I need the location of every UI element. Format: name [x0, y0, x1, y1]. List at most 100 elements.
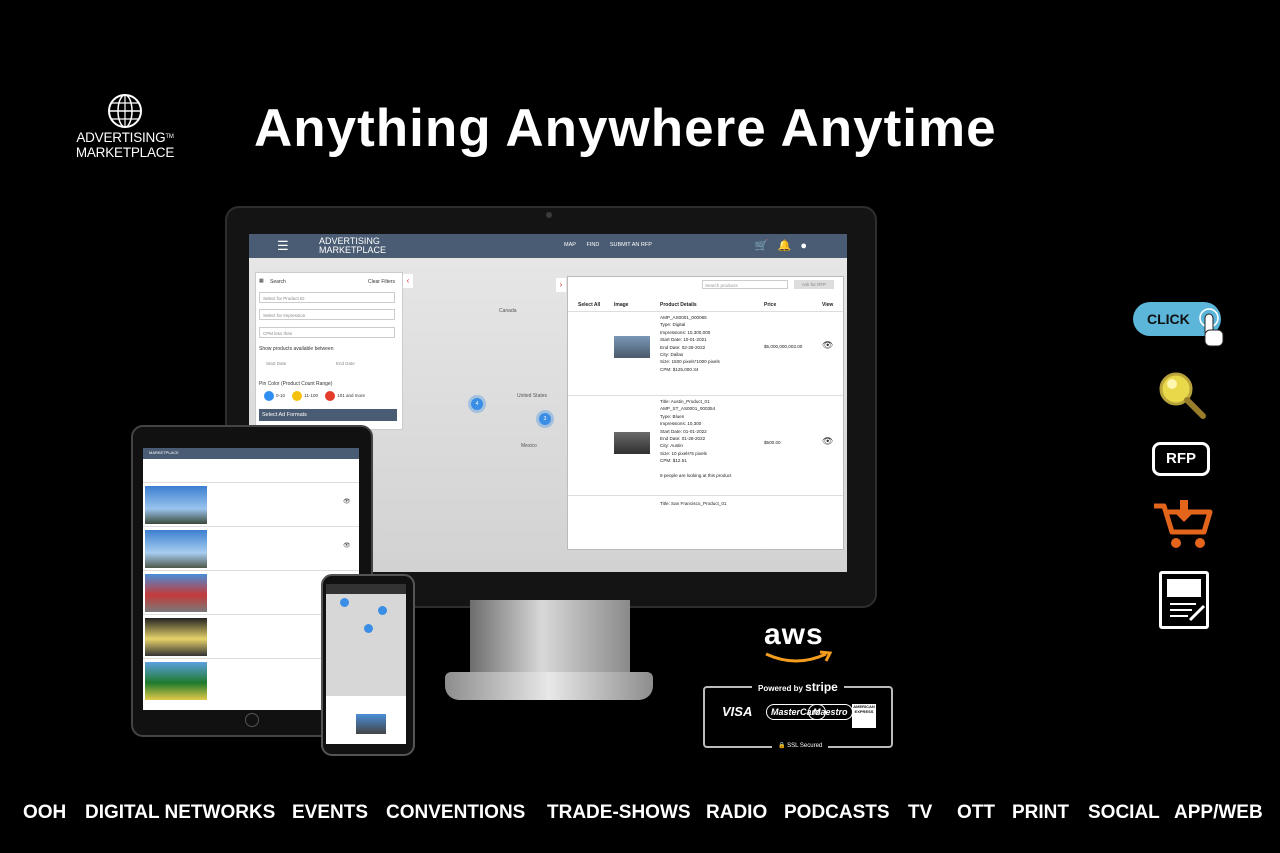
globe-icon	[108, 94, 142, 128]
search-icon[interactable]	[1154, 369, 1210, 425]
product-details: Title: Austin_Product_01 AMP_ST_AS0001_0…	[660, 399, 732, 478]
map-label-united-states: United States	[517, 393, 548, 399]
category-social[interactable]: SOCIAL	[1088, 802, 1160, 824]
contract-handshake-icon[interactable]	[1159, 571, 1209, 629]
ask-rfp-button[interactable]: Ask for RFP	[794, 280, 834, 289]
bell-icon[interactable]: 🔔	[778, 240, 792, 252]
phone-browser-bar	[326, 584, 406, 594]
nav-item-find[interactable]: FIND	[586, 242, 599, 248]
ad-formats-select[interactable]: Select Ad Formats	[259, 409, 397, 421]
product-id-select[interactable]: Select for Product ID	[259, 292, 395, 303]
results-panel: Search products Ask for RFP Select All I…	[567, 276, 844, 550]
aws-smile-icon	[765, 650, 833, 663]
billboard-image	[145, 662, 207, 700]
map-cluster-marker[interactable]	[378, 606, 387, 615]
map-cluster-marker[interactable]: 3	[539, 413, 551, 425]
impressions-select[interactable]: Select for Impression	[259, 309, 395, 320]
hamburger-menu-icon[interactable]: ☰	[277, 238, 289, 254]
nav-item-submit-rfp[interactable]: SUBMIT AN RFP	[610, 242, 652, 248]
pin-red-dot	[325, 391, 336, 401]
result-row[interactable]: Title: Austin_Product_01 AMP_ST_AS0001_0…	[568, 395, 843, 494]
pin-color-legend: 0-10 11-100 101 and more	[264, 391, 365, 401]
map-cluster-marker[interactable]: 4	[471, 398, 483, 410]
aws-logo: aws	[764, 618, 824, 651]
add-to-cart-icon[interactable]	[1152, 498, 1214, 550]
logo-line-2: MARKETPLACE	[75, 145, 175, 160]
category-digital-networks[interactable]: DIGITAL NETWORKS	[85, 802, 275, 824]
pin-blue-dot	[264, 391, 274, 401]
billboard-image	[145, 486, 207, 524]
category-podcasts[interactable]: PODCASTS	[784, 802, 890, 824]
category-events[interactable]: EVENTS	[292, 802, 368, 824]
tablet-list-item[interactable]: 👁	[143, 526, 359, 570]
tablet-list-item[interactable]: 👁	[143, 482, 359, 526]
filters-panel: ▦ Search Clear Filters Select for Produc…	[255, 272, 403, 430]
search-products-input[interactable]: Search products	[702, 280, 788, 289]
end-date-field[interactable]: End Date	[336, 361, 355, 366]
logo-line-1: ADVERTISINGTM	[76, 130, 174, 145]
maestro-logo: Maestro	[808, 704, 853, 720]
nav-item-map[interactable]: MAP	[564, 242, 576, 248]
pin-color-label: Pin Color (Product Count Range)	[259, 381, 333, 387]
result-row[interactable]: Title: San Francisco_Product_01	[568, 495, 843, 549]
view-eye-icon[interactable]: 👁	[343, 498, 351, 505]
map-label-canada: Canada	[499, 308, 517, 314]
availability-label: Show products available between	[259, 346, 334, 352]
billboard-thumbnail	[356, 714, 386, 734]
tablet-navbar: MARKETPLACE	[143, 448, 359, 459]
handshake-icon	[1167, 579, 1206, 622]
category-radio[interactable]: RADIO	[706, 802, 767, 824]
map-cluster-marker[interactable]	[340, 598, 349, 607]
cpm-select[interactable]: CPM less than	[259, 327, 395, 338]
user-avatar-icon[interactable]: ●	[800, 240, 807, 252]
visa-logo: VISA	[722, 704, 753, 719]
category-app-web[interactable]: APP/WEB	[1174, 802, 1263, 824]
cart-icon[interactable]: 🛒	[755, 240, 769, 252]
collapse-filters-icon[interactable]: ‹	[403, 274, 413, 288]
map-cluster-marker[interactable]	[364, 624, 373, 633]
header-view: View	[822, 302, 834, 308]
navbar-brand[interactable]: ADVERTISING MARKETPLACE	[319, 237, 386, 255]
product-details: AMP_AS0001_000065 Type: Digital Impressi…	[660, 315, 720, 372]
header-image: Image	[614, 302, 629, 308]
category-conventions[interactable]: CONVENTIONS	[386, 802, 525, 824]
view-eye-icon[interactable]: 👁	[822, 340, 833, 351]
phone-screen	[326, 584, 406, 744]
billboard-thumbnail	[614, 336, 650, 358]
click-button[interactable]: CLICK	[1133, 302, 1224, 347]
pin-yellow-dot	[292, 391, 303, 401]
tablet-brand: MARKETPLACE	[149, 450, 179, 455]
view-eye-icon[interactable]: 👁	[343, 542, 351, 549]
monitor-camera	[546, 212, 552, 218]
monitor-stand	[470, 600, 630, 678]
header-product-details: Product Details	[660, 302, 697, 308]
result-row[interactable]: AMP_AS0001_000065 Type: Digital Impressi…	[568, 311, 843, 394]
powered-by-stripe: Powered by stripe	[752, 680, 844, 694]
header-price: Price	[764, 302, 777, 308]
expand-results-icon[interactable]: ›	[556, 278, 566, 292]
category-ooh[interactable]: OOH	[23, 802, 66, 824]
media-categories: OOH DIGITAL NETWORKS EVENTS CONVENTIONS …	[0, 802, 1280, 830]
product-price: $5,000,000,003.00	[764, 344, 803, 349]
clear-filters-link[interactable]: Clear Filters	[368, 279, 395, 285]
category-trade-shows[interactable]: TRADE-SHOWS	[547, 802, 691, 824]
advertising-marketplace-logo: ADVERTISINGTM MARKETPLACE	[70, 92, 180, 160]
header-select-all[interactable]: Select All	[578, 302, 600, 308]
category-ott[interactable]: OTT	[957, 802, 995, 824]
view-eye-icon[interactable]: 👁	[822, 436, 833, 447]
pointing-hand-icon	[1199, 308, 1224, 347]
headline: Anything Anywhere Anytime	[254, 99, 997, 158]
grid-icon: ▦	[259, 278, 264, 284]
category-print[interactable]: PRINT	[1012, 802, 1069, 824]
amex-logo: AMERICAN EXPRESS	[852, 704, 876, 728]
ssl-secured-badge: 🔒 SSL Secured	[772, 742, 829, 749]
navbar-icons: 🛒 🔔 ●	[749, 239, 807, 252]
product-price: $500.00	[764, 440, 781, 445]
category-tv[interactable]: TV	[908, 802, 932, 824]
start-date-field[interactable]: Start Date	[266, 361, 286, 366]
navbar-menu: MAP FIND SUBMIT AN RFP	[564, 242, 661, 248]
rfp-icon[interactable]: RFP	[1152, 442, 1210, 476]
billboard-image	[145, 618, 207, 656]
billboard-image	[145, 530, 207, 568]
tablet-home-button	[245, 713, 259, 727]
